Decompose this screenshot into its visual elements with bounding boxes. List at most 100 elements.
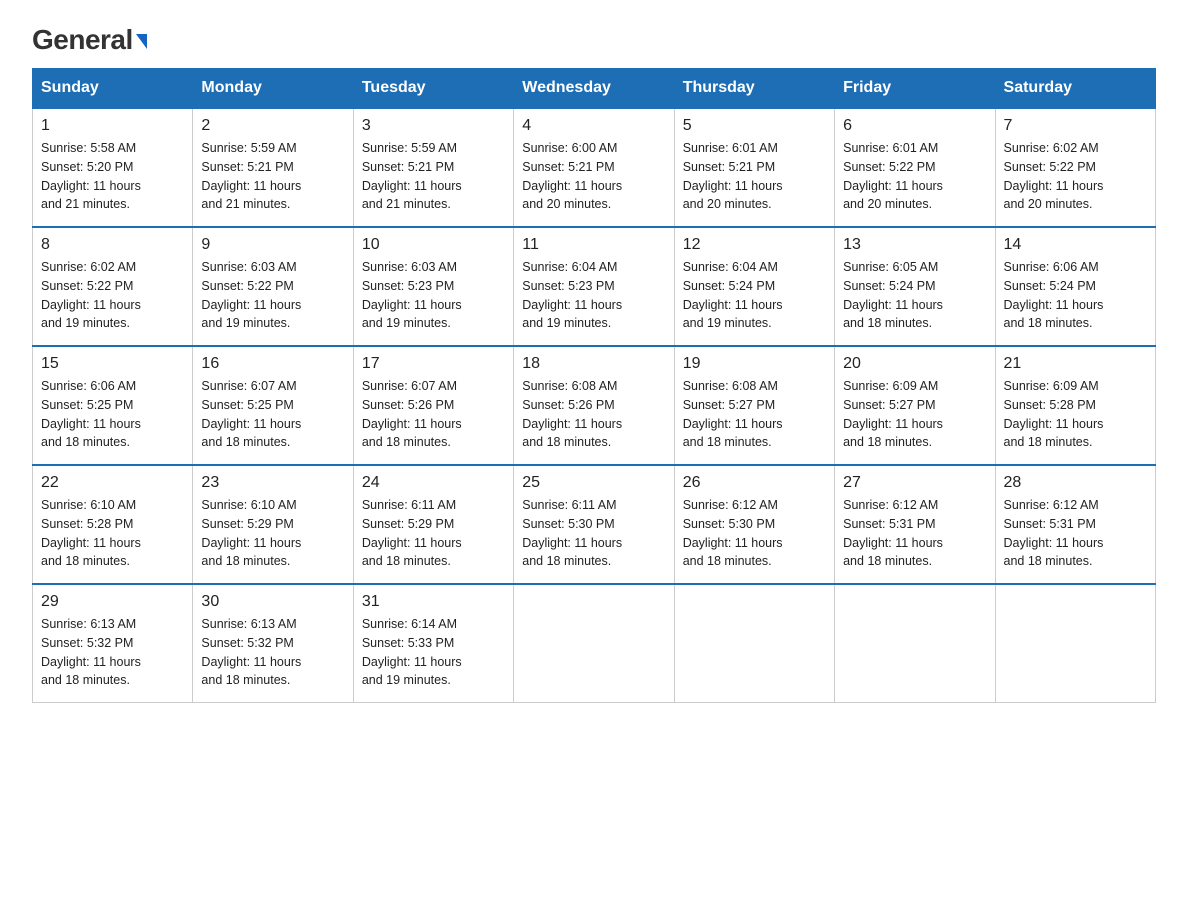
- day-number: 1: [41, 117, 184, 135]
- calendar-week-4: 22 Sunrise: 6:10 AM Sunset: 5:28 PM Dayl…: [33, 465, 1156, 584]
- day-info: Sunrise: 5:58 AM Sunset: 5:20 PM Dayligh…: [41, 139, 184, 214]
- day-info: Sunrise: 6:02 AM Sunset: 5:22 PM Dayligh…: [41, 258, 184, 333]
- calendar-cell: 3 Sunrise: 5:59 AM Sunset: 5:21 PM Dayli…: [353, 108, 513, 227]
- day-info: Sunrise: 6:12 AM Sunset: 5:30 PM Dayligh…: [683, 496, 826, 571]
- calendar-cell: 14 Sunrise: 6:06 AM Sunset: 5:24 PM Dayl…: [995, 227, 1155, 346]
- day-number: 2: [201, 117, 344, 135]
- day-header-tuesday: Tuesday: [353, 69, 513, 109]
- day-info: Sunrise: 6:00 AM Sunset: 5:21 PM Dayligh…: [522, 139, 665, 214]
- day-number: 4: [522, 117, 665, 135]
- day-info: Sunrise: 6:08 AM Sunset: 5:26 PM Dayligh…: [522, 377, 665, 452]
- day-info: Sunrise: 6:06 AM Sunset: 5:24 PM Dayligh…: [1004, 258, 1147, 333]
- calendar-week-2: 8 Sunrise: 6:02 AM Sunset: 5:22 PM Dayli…: [33, 227, 1156, 346]
- calendar-cell: 23 Sunrise: 6:10 AM Sunset: 5:29 PM Dayl…: [193, 465, 353, 584]
- day-number: 24: [362, 474, 505, 492]
- calendar-cell: 17 Sunrise: 6:07 AM Sunset: 5:26 PM Dayl…: [353, 346, 513, 465]
- day-info: Sunrise: 6:07 AM Sunset: 5:25 PM Dayligh…: [201, 377, 344, 452]
- calendar-cell: 25 Sunrise: 6:11 AM Sunset: 5:30 PM Dayl…: [514, 465, 674, 584]
- day-number: 23: [201, 474, 344, 492]
- day-info: Sunrise: 6:04 AM Sunset: 5:24 PM Dayligh…: [683, 258, 826, 333]
- calendar-cell: 5 Sunrise: 6:01 AM Sunset: 5:21 PM Dayli…: [674, 108, 834, 227]
- day-number: 27: [843, 474, 986, 492]
- calendar-cell: 15 Sunrise: 6:06 AM Sunset: 5:25 PM Dayl…: [33, 346, 193, 465]
- day-number: 11: [522, 236, 665, 254]
- calendar-cell: 27 Sunrise: 6:12 AM Sunset: 5:31 PM Dayl…: [835, 465, 995, 584]
- day-number: 13: [843, 236, 986, 254]
- day-number: 8: [41, 236, 184, 254]
- calendar-cell: 9 Sunrise: 6:03 AM Sunset: 5:22 PM Dayli…: [193, 227, 353, 346]
- calendar-cell: 21 Sunrise: 6:09 AM Sunset: 5:28 PM Dayl…: [995, 346, 1155, 465]
- day-header-thursday: Thursday: [674, 69, 834, 109]
- calendar-cell: 1 Sunrise: 5:58 AM Sunset: 5:20 PM Dayli…: [33, 108, 193, 227]
- calendar-cell: 7 Sunrise: 6:02 AM Sunset: 5:22 PM Dayli…: [995, 108, 1155, 227]
- day-number: 10: [362, 236, 505, 254]
- day-number: 14: [1004, 236, 1147, 254]
- calendar-week-3: 15 Sunrise: 6:06 AM Sunset: 5:25 PM Dayl…: [33, 346, 1156, 465]
- logo-general: General: [32, 24, 147, 56]
- day-number: 3: [362, 117, 505, 135]
- day-number: 29: [41, 593, 184, 611]
- day-number: 18: [522, 355, 665, 373]
- day-info: Sunrise: 6:05 AM Sunset: 5:24 PM Dayligh…: [843, 258, 986, 333]
- day-header-monday: Monday: [193, 69, 353, 109]
- day-header-saturday: Saturday: [995, 69, 1155, 109]
- day-info: Sunrise: 6:11 AM Sunset: 5:29 PM Dayligh…: [362, 496, 505, 571]
- day-info: Sunrise: 6:02 AM Sunset: 5:22 PM Dayligh…: [1004, 139, 1147, 214]
- calendar-cell: 20 Sunrise: 6:09 AM Sunset: 5:27 PM Dayl…: [835, 346, 995, 465]
- day-number: 15: [41, 355, 184, 373]
- calendar-cell: 13 Sunrise: 6:05 AM Sunset: 5:24 PM Dayl…: [835, 227, 995, 346]
- calendar-cell: [514, 584, 674, 703]
- calendar-cell: 31 Sunrise: 6:14 AM Sunset: 5:33 PM Dayl…: [353, 584, 513, 703]
- day-number: 31: [362, 593, 505, 611]
- day-number: 22: [41, 474, 184, 492]
- day-number: 6: [843, 117, 986, 135]
- day-header-sunday: Sunday: [33, 69, 193, 109]
- day-number: 26: [683, 474, 826, 492]
- calendar-cell: 10 Sunrise: 6:03 AM Sunset: 5:23 PM Dayl…: [353, 227, 513, 346]
- calendar-cell: 16 Sunrise: 6:07 AM Sunset: 5:25 PM Dayl…: [193, 346, 353, 465]
- day-info: Sunrise: 6:04 AM Sunset: 5:23 PM Dayligh…: [522, 258, 665, 333]
- day-info: Sunrise: 5:59 AM Sunset: 5:21 PM Dayligh…: [201, 139, 344, 214]
- day-info: Sunrise: 6:09 AM Sunset: 5:27 PM Dayligh…: [843, 377, 986, 452]
- calendar-cell: [674, 584, 834, 703]
- day-info: Sunrise: 6:03 AM Sunset: 5:22 PM Dayligh…: [201, 258, 344, 333]
- calendar-cell: 2 Sunrise: 5:59 AM Sunset: 5:21 PM Dayli…: [193, 108, 353, 227]
- day-number: 20: [843, 355, 986, 373]
- day-info: Sunrise: 6:13 AM Sunset: 5:32 PM Dayligh…: [201, 615, 344, 690]
- day-info: Sunrise: 6:14 AM Sunset: 5:33 PM Dayligh…: [362, 615, 505, 690]
- day-number: 12: [683, 236, 826, 254]
- calendar-cell: [995, 584, 1155, 703]
- calendar-cell: 6 Sunrise: 6:01 AM Sunset: 5:22 PM Dayli…: [835, 108, 995, 227]
- calendar-cell: 11 Sunrise: 6:04 AM Sunset: 5:23 PM Dayl…: [514, 227, 674, 346]
- day-number: 7: [1004, 117, 1147, 135]
- page-header: General: [32, 24, 1156, 52]
- day-number: 25: [522, 474, 665, 492]
- calendar-cell: 8 Sunrise: 6:02 AM Sunset: 5:22 PM Dayli…: [33, 227, 193, 346]
- calendar-header-row: SundayMondayTuesdayWednesdayThursdayFrid…: [33, 69, 1156, 109]
- day-info: Sunrise: 6:07 AM Sunset: 5:26 PM Dayligh…: [362, 377, 505, 452]
- calendar-cell: 30 Sunrise: 6:13 AM Sunset: 5:32 PM Dayl…: [193, 584, 353, 703]
- day-info: Sunrise: 6:01 AM Sunset: 5:21 PM Dayligh…: [683, 139, 826, 214]
- calendar-cell: [835, 584, 995, 703]
- calendar-table: SundayMondayTuesdayWednesdayThursdayFrid…: [32, 68, 1156, 703]
- day-info: Sunrise: 6:12 AM Sunset: 5:31 PM Dayligh…: [1004, 496, 1147, 571]
- day-info: Sunrise: 5:59 AM Sunset: 5:21 PM Dayligh…: [362, 139, 505, 214]
- day-info: Sunrise: 6:03 AM Sunset: 5:23 PM Dayligh…: [362, 258, 505, 333]
- calendar-cell: 28 Sunrise: 6:12 AM Sunset: 5:31 PM Dayl…: [995, 465, 1155, 584]
- day-header-friday: Friday: [835, 69, 995, 109]
- day-number: 9: [201, 236, 344, 254]
- calendar-cell: 18 Sunrise: 6:08 AM Sunset: 5:26 PM Dayl…: [514, 346, 674, 465]
- day-number: 5: [683, 117, 826, 135]
- day-number: 30: [201, 593, 344, 611]
- calendar-cell: 12 Sunrise: 6:04 AM Sunset: 5:24 PM Dayl…: [674, 227, 834, 346]
- day-info: Sunrise: 6:01 AM Sunset: 5:22 PM Dayligh…: [843, 139, 986, 214]
- day-number: 19: [683, 355, 826, 373]
- day-info: Sunrise: 6:11 AM Sunset: 5:30 PM Dayligh…: [522, 496, 665, 571]
- day-info: Sunrise: 6:12 AM Sunset: 5:31 PM Dayligh…: [843, 496, 986, 571]
- day-number: 28: [1004, 474, 1147, 492]
- day-number: 21: [1004, 355, 1147, 373]
- calendar-cell: 24 Sunrise: 6:11 AM Sunset: 5:29 PM Dayl…: [353, 465, 513, 584]
- day-info: Sunrise: 6:06 AM Sunset: 5:25 PM Dayligh…: [41, 377, 184, 452]
- logo: General: [32, 24, 147, 52]
- day-number: 16: [201, 355, 344, 373]
